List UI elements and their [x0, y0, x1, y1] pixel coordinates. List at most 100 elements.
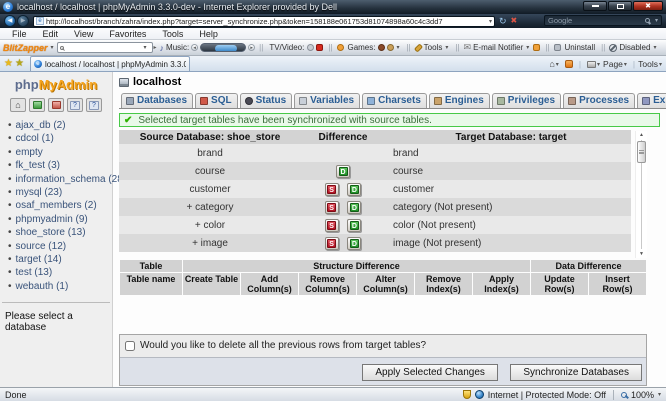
db-list-item[interactable]: •test (13) — [8, 266, 112, 279]
email-notifier-label[interactable]: E-mail Notifier — [473, 43, 523, 52]
scrollbar-thumb[interactable] — [637, 141, 646, 163]
data-diff-button[interactable]: D — [336, 165, 350, 178]
tab-charsets[interactable]: Charsets — [362, 93, 427, 108]
structure-diff-button[interactable]: S — [325, 183, 339, 196]
db-list-item[interactable]: •shoe_store (13) — [8, 226, 112, 239]
page-menu[interactable]: Page — [603, 59, 623, 69]
disabled-label[interactable]: Disabled — [619, 43, 650, 52]
search-input[interactable]: Google — [548, 16, 645, 25]
refresh-button[interactable]: ↻ — [499, 16, 507, 26]
source-table-name[interactable]: course — [119, 162, 301, 180]
db-link-phpmyadmin[interactable]: phpmyadmin (9) — [16, 214, 88, 225]
menu-favorites[interactable]: Favorites — [101, 29, 154, 39]
tools-menu-dropdown-icon[interactable]: ▾ — [659, 61, 662, 68]
db-link-cdcol[interactable]: cdcol (1) — [16, 133, 54, 144]
tab-processes[interactable]: Processes — [563, 93, 635, 108]
tools-menu[interactable]: Tools — [638, 59, 658, 69]
address-field[interactable]: e http://localhost/branch/zahra/index.ph… — [33, 16, 495, 27]
structure-diff-button[interactable]: S — [325, 237, 339, 250]
toolbar-search-dropdown-icon[interactable]: ▾ — [144, 44, 147, 51]
feeds-icon[interactable] — [565, 60, 573, 68]
db-list-item[interactable]: •ajax_db (2) — [8, 119, 112, 132]
address-dropdown-icon[interactable]: ▾ — [487, 18, 492, 25]
phpmyadmin-logo[interactable]: phpMyAdmin — [0, 77, 112, 92]
sql-window-button[interactable] — [48, 98, 64, 112]
home-icon[interactable]: ⌂ — [549, 59, 554, 69]
db-list-item[interactable]: •source (12) — [8, 240, 112, 253]
add-favorite-icon[interactable]: ★ — [15, 58, 24, 69]
uninstall-label[interactable]: Uninstall — [564, 43, 595, 52]
forward-button[interactable]: ▶ — [17, 15, 29, 27]
db-list-item[interactable]: •osaf_members (2) — [8, 199, 112, 212]
home-dropdown-icon[interactable]: ▾ — [556, 61, 559, 68]
search-icon[interactable] — [645, 18, 650, 23]
db-list-item[interactable]: •target (14) — [8, 253, 112, 266]
menu-tools[interactable]: Tools — [154, 29, 191, 39]
source-table-name[interactable]: + image — [119, 234, 301, 252]
db-list-item[interactable]: •webauth (1) — [8, 280, 112, 293]
toolbar-brand-logo[interactable]: BlitZapper — [3, 43, 48, 53]
tab-sql[interactable]: SQL — [195, 93, 238, 108]
source-table-name[interactable]: + color — [119, 216, 301, 234]
video-icon[interactable] — [316, 44, 323, 51]
db-list-item[interactable]: •fk_test (3) — [8, 159, 112, 172]
db-list-item[interactable]: •phpmyadmin (9) — [8, 213, 112, 226]
tab-export[interactable]: Export — [637, 93, 666, 108]
db-link-shoe_store[interactable]: shoe_store (13) — [16, 227, 86, 238]
tab-databases[interactable]: Databases — [121, 93, 193, 108]
media-next-icon[interactable]: ▸ — [248, 44, 255, 51]
favorites-star-icon[interactable]: ★ — [4, 58, 13, 69]
tv-icon[interactable] — [307, 44, 314, 51]
data-diff-button[interactable]: D — [347, 201, 361, 214]
db-link-test[interactable]: test (13) — [16, 267, 53, 278]
print-icon[interactable] — [587, 61, 596, 68]
db-list-item[interactable]: •information_schema (28) — [8, 173, 112, 186]
db-link-fk_test[interactable]: fk_test (3) — [16, 160, 60, 171]
media-prev-icon[interactable]: ◂ — [191, 44, 198, 51]
tab-status[interactable]: Status — [240, 93, 293, 108]
search-box[interactable]: Google ▾ — [544, 15, 662, 26]
data-diff-button[interactable]: D — [347, 183, 361, 196]
synchronize-databases-button[interactable]: Synchronize Databases — [510, 364, 642, 381]
source-table-name[interactable]: + category — [119, 198, 301, 216]
db-link-source[interactable]: source (12) — [16, 241, 67, 252]
maximize-button[interactable] — [608, 1, 632, 11]
menu-view[interactable]: View — [66, 29, 101, 39]
disabled-dropdown-icon[interactable]: ▾ — [653, 44, 656, 51]
tab-engines[interactable]: Engines — [429, 93, 490, 108]
tab-variables[interactable]: Variables — [294, 93, 360, 108]
menu-edit[interactable]: Edit — [35, 29, 67, 39]
mysql-docs-button[interactable]: ? — [86, 98, 102, 112]
games-label[interactable]: Games: — [347, 43, 375, 52]
tools-menu-label[interactable]: Tools — [424, 43, 443, 52]
media-slider[interactable] — [200, 43, 246, 52]
browser-tab[interactable]: e localhost / localhost | phpMyAdmin 3.3… — [30, 56, 190, 71]
scroll-up-icon[interactable]: ▲ — [637, 131, 646, 139]
search-dropdown-icon[interactable]: ▾ — [655, 17, 658, 24]
tools-dropdown-icon[interactable]: ▾ — [445, 44, 448, 51]
db-link-empty[interactable]: empty — [16, 147, 43, 158]
sync-table-scrollbar[interactable]: ▲ ▼ — [635, 131, 647, 258]
structure-diff-button[interactable]: S — [325, 219, 339, 232]
db-list-item[interactable]: •empty — [8, 146, 112, 159]
back-button[interactable]: ◀ — [4, 15, 16, 27]
db-list-item[interactable]: •cdcol (1) — [8, 132, 112, 145]
toolbar-search-combo[interactable]: ▾ — [57, 42, 153, 53]
page-dropdown-icon[interactable]: ▾ — [624, 61, 627, 68]
menu-file[interactable]: File — [4, 29, 35, 39]
tab-privileges[interactable]: Privileges — [492, 93, 561, 108]
db-link-target[interactable]: target (14) — [16, 254, 62, 265]
db-link-ajax_db[interactable]: ajax_db (2) — [16, 120, 66, 131]
print-dropdown-icon[interactable]: ▾ — [597, 61, 600, 68]
db-link-information_schema[interactable]: information_schema (28) — [16, 174, 127, 185]
game-icon-2[interactable] — [387, 44, 394, 51]
scroll-down-icon[interactable]: ▼ — [637, 250, 646, 258]
email-dropdown-icon[interactable]: ▾ — [526, 44, 529, 51]
delete-rows-checkbox[interactable] — [125, 341, 135, 351]
play-icon[interactable]: ▸ — [154, 44, 157, 51]
source-table-name[interactable]: customer — [119, 180, 301, 198]
close-button[interactable]: ✖ — [633, 1, 663, 11]
zoom-icon[interactable] — [621, 392, 627, 398]
db-list-item[interactable]: •mysql (23) — [8, 186, 112, 199]
data-diff-button[interactable]: D — [347, 237, 361, 250]
